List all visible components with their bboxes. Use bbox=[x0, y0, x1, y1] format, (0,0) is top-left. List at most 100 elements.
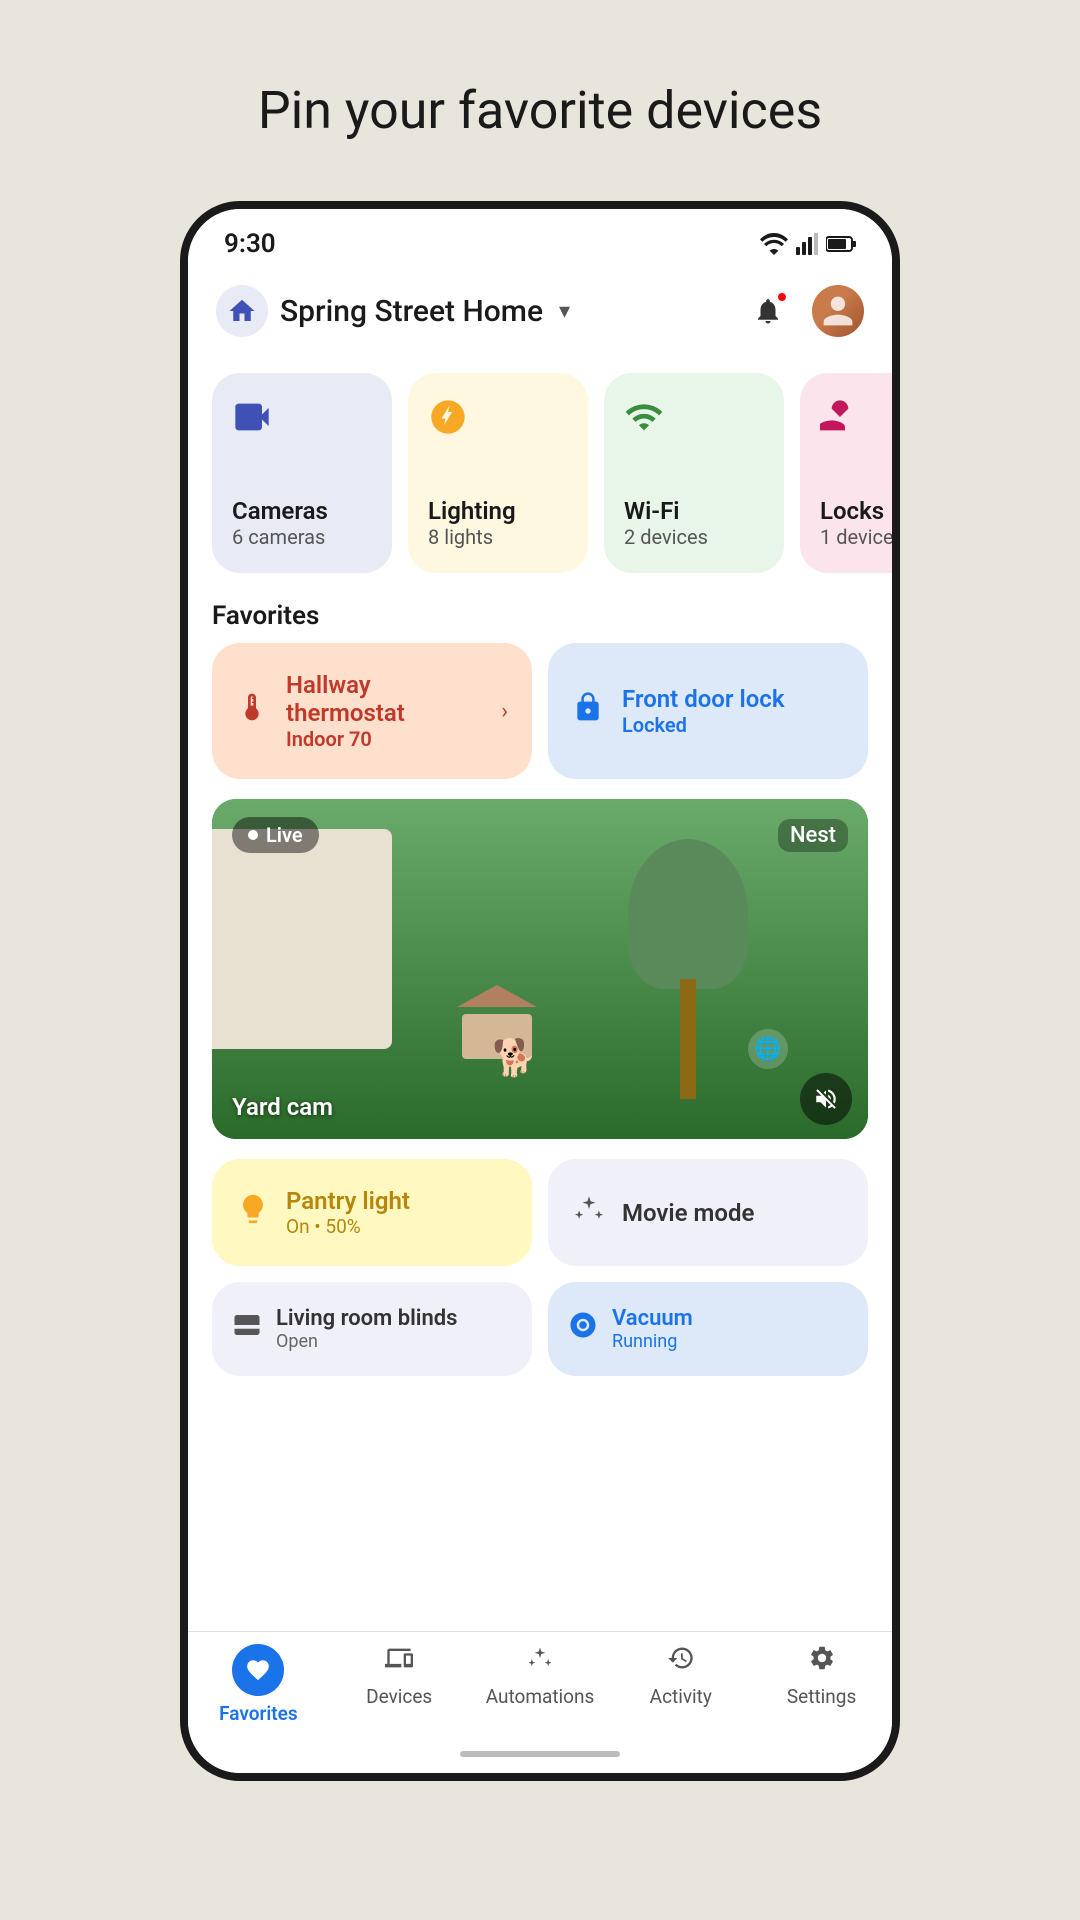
live-text: Live bbox=[266, 823, 303, 847]
lighting-icon bbox=[428, 397, 568, 446]
movie-mode-info: Movie mode bbox=[622, 1199, 754, 1227]
favorites-row: Hallway thermostat Indoor 70 › Front doo… bbox=[188, 643, 892, 799]
home-selector[interactable]: Spring Street Home ▾ bbox=[216, 285, 570, 337]
thermostat-icon bbox=[236, 691, 268, 732]
wifi-category-icon bbox=[624, 397, 764, 446]
fav-card-thermostat[interactable]: Hallway thermostat Indoor 70 › bbox=[212, 643, 532, 779]
door-lock-name: Front door lock bbox=[622, 685, 844, 713]
cameras-label: Cameras bbox=[232, 497, 372, 525]
category-card-extra[interactable]: Locks 1 device bbox=[800, 373, 892, 573]
blinds-status: Open bbox=[276, 1331, 458, 1352]
lighting-label: Lighting bbox=[428, 497, 568, 525]
app-header: Spring Street Home ▾ bbox=[188, 269, 892, 357]
lock-svg-icon bbox=[572, 691, 604, 723]
settings-svg-icon bbox=[808, 1644, 836, 1672]
home-logo-icon bbox=[227, 296, 257, 326]
blinds-name: Living room blinds bbox=[276, 1306, 458, 1331]
scroll-content: Cameras 6 cameras Lighting 8 lights bbox=[188, 357, 892, 1631]
nav-item-settings[interactable]: Settings bbox=[751, 1644, 892, 1725]
device-card-vacuum[interactable]: Vacuum Running bbox=[548, 1282, 868, 1376]
quick-card-movie[interactable]: Movie mode bbox=[548, 1159, 868, 1266]
activity-svg-icon bbox=[667, 1644, 695, 1672]
page-title: Pin your favorite devices bbox=[258, 80, 822, 141]
notification-button[interactable] bbox=[744, 287, 792, 335]
lighting-svg-icon bbox=[428, 397, 468, 437]
extra-svg-icon bbox=[820, 397, 860, 437]
favorites-section-label: Favorites bbox=[188, 593, 892, 643]
notification-dot bbox=[776, 291, 788, 303]
favorites-nav-label: Favorites bbox=[219, 1702, 297, 1725]
sparkle-svg-icon bbox=[572, 1192, 606, 1226]
header-actions bbox=[744, 285, 864, 337]
home-name-label: Spring Street Home bbox=[280, 294, 543, 329]
wifi-icon bbox=[760, 233, 788, 255]
automations-svg-icon bbox=[526, 1644, 554, 1672]
wifi-label: Wi-Fi bbox=[624, 497, 764, 525]
user-avatar[interactable] bbox=[812, 285, 864, 337]
fav-card-door-lock[interactable]: Front door lock Locked bbox=[548, 643, 868, 779]
phone-frame: 9:30 bbox=[180, 201, 900, 1781]
cameras-sub: 6 cameras bbox=[232, 525, 372, 549]
movie-mode-name: Movie mode bbox=[622, 1199, 754, 1227]
vacuum-icon bbox=[568, 1310, 598, 1348]
pantry-light-info: Pantry light On • 50% bbox=[286, 1187, 410, 1238]
wifi-sub: 2 devices bbox=[624, 525, 764, 549]
categories-row: Cameras 6 cameras Lighting 8 lights bbox=[188, 357, 892, 593]
blinds-svg-icon bbox=[232, 1310, 262, 1340]
devices-svg-icon bbox=[385, 1644, 413, 1672]
status-time: 9:30 bbox=[224, 229, 276, 259]
home-indicator-bar bbox=[460, 1751, 620, 1757]
thermostat-status: Indoor 70 bbox=[286, 727, 483, 751]
thermometer-svg-icon bbox=[236, 691, 268, 723]
pantry-light-name: Pantry light bbox=[286, 1187, 410, 1215]
quick-card-pantry[interactable]: Pantry light On • 50% bbox=[212, 1159, 532, 1266]
camera-svg-icon bbox=[232, 397, 272, 437]
thermostat-info: Hallway thermostat Indoor 70 bbox=[286, 671, 483, 751]
heart-svg-icon bbox=[245, 1657, 271, 1683]
nav-item-favorites[interactable]: Favorites bbox=[188, 1644, 329, 1725]
device-card-blinds[interactable]: Living room blinds Open bbox=[212, 1282, 532, 1376]
dog-figure: 🐕 bbox=[492, 1037, 537, 1079]
blinds-info: Living room blinds Open bbox=[276, 1306, 458, 1352]
cameras-icon bbox=[232, 397, 372, 446]
vacuum-svg-icon bbox=[568, 1310, 598, 1340]
automations-nav-icon bbox=[526, 1644, 554, 1679]
nav-item-devices[interactable]: Devices bbox=[329, 1644, 470, 1725]
bottom-nav: Favorites Devices Automations bbox=[188, 1631, 892, 1741]
devices-row: Living room blinds Open Vacuum Running bbox=[188, 1282, 892, 1392]
live-dot bbox=[248, 830, 258, 840]
avatar-icon bbox=[820, 293, 856, 329]
category-card-cameras[interactable]: Cameras 6 cameras bbox=[212, 373, 392, 573]
mute-svg-icon bbox=[813, 1086, 839, 1112]
bulb-svg-icon bbox=[236, 1192, 270, 1226]
thermostat-chevron-icon: › bbox=[501, 699, 508, 724]
camera-label: Yard cam bbox=[232, 1093, 333, 1121]
blinds-icon bbox=[232, 1310, 262, 1348]
nav-item-automations[interactable]: Automations bbox=[470, 1644, 611, 1725]
activity-nav-icon bbox=[667, 1644, 695, 1679]
yard-tree bbox=[628, 839, 748, 1099]
category-card-lighting[interactable]: Lighting 8 lights bbox=[408, 373, 588, 573]
pantry-light-status: On • 50% bbox=[286, 1215, 410, 1238]
movie-mode-icon bbox=[572, 1192, 606, 1234]
devices-nav-icon bbox=[385, 1644, 413, 1679]
wifi-svg-icon bbox=[624, 397, 664, 437]
camera-card[interactable]: 🐕 Live Nest 🌐 Yard cam bbox=[212, 799, 868, 1139]
nav-item-activity[interactable]: Activity bbox=[610, 1644, 751, 1725]
extra-icon bbox=[820, 397, 892, 446]
home-icon-circle bbox=[216, 285, 268, 337]
battery-icon bbox=[826, 235, 856, 253]
door-lock-icon bbox=[572, 691, 604, 732]
doghouse-roof bbox=[457, 985, 537, 1007]
category-card-wifi[interactable]: Wi-Fi 2 devices bbox=[604, 373, 784, 573]
automations-nav-label: Automations bbox=[486, 1685, 595, 1708]
favorites-nav-icon bbox=[232, 1644, 284, 1696]
pantry-light-icon bbox=[236, 1192, 270, 1234]
tree-trunk bbox=[680, 979, 696, 1099]
settings-nav-label: Settings bbox=[787, 1685, 856, 1708]
signal-icon bbox=[796, 233, 818, 255]
camera-mute-button[interactable] bbox=[800, 1073, 852, 1125]
vacuum-status: Running bbox=[612, 1331, 693, 1352]
live-badge: Live bbox=[232, 817, 319, 853]
home-indicator bbox=[188, 1741, 892, 1773]
